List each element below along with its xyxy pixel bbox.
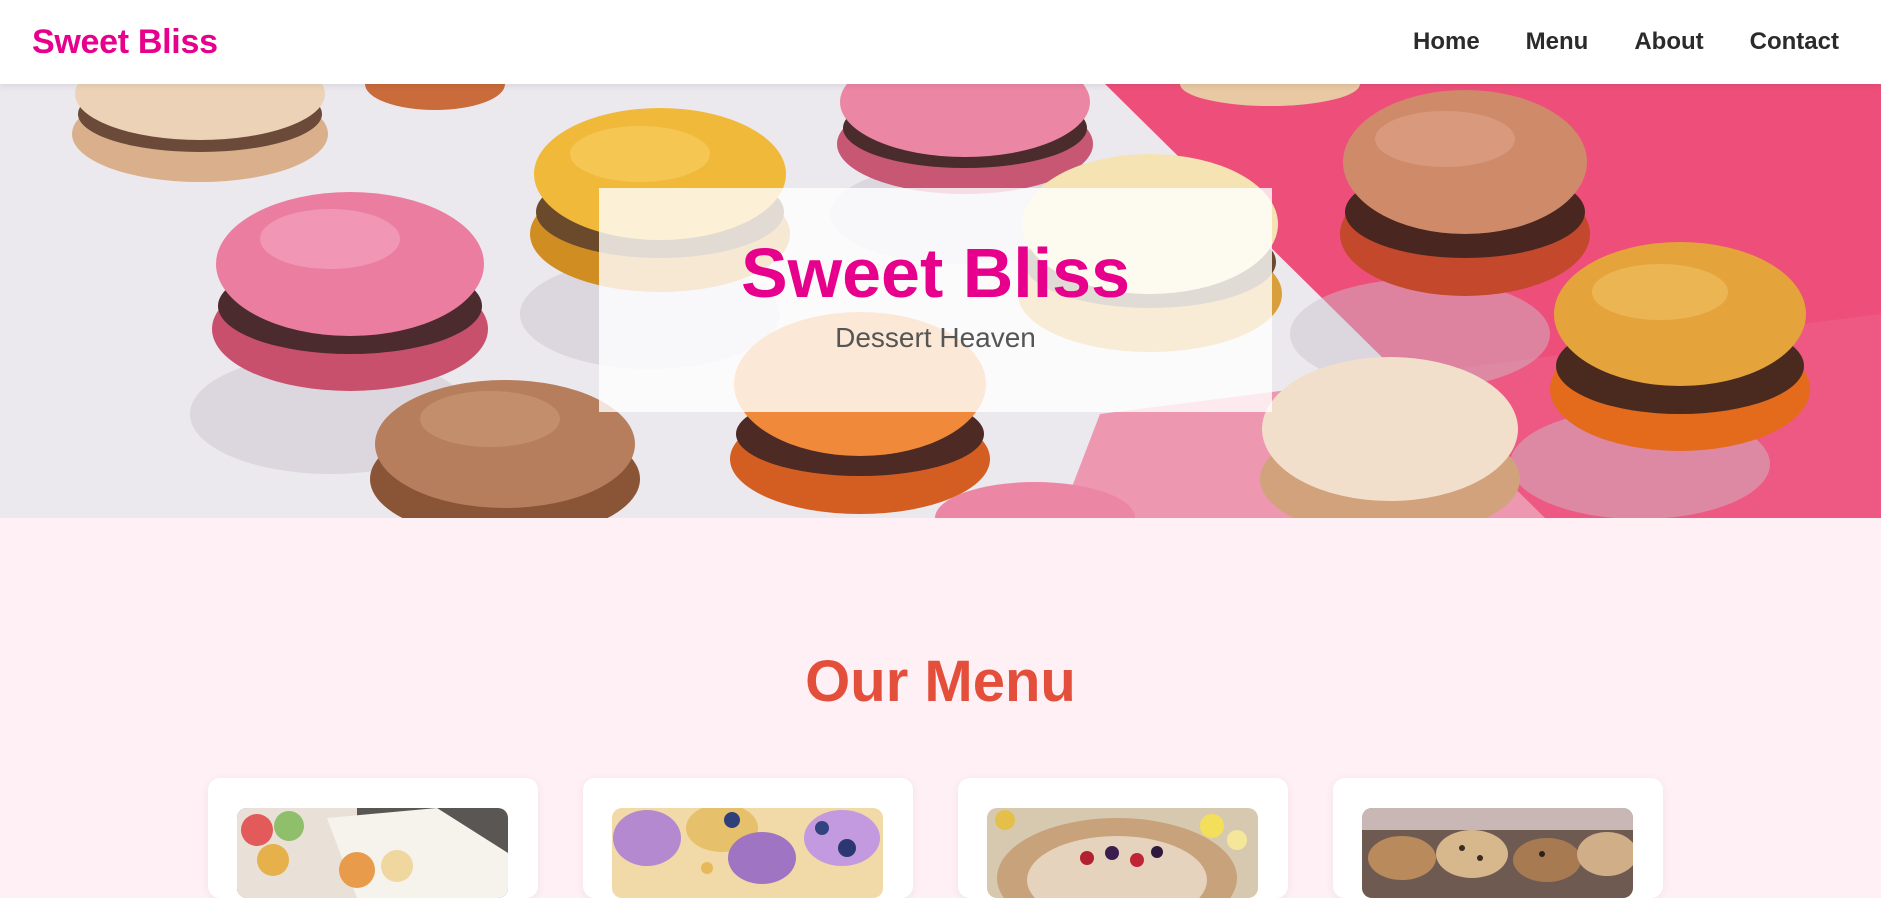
nav-about-link[interactable]: About: [1634, 28, 1703, 56]
menu-section: Our Menu: [0, 518, 1881, 898]
hero-subtitle: Dessert Heaven: [835, 322, 1036, 353]
nav-contact-link[interactable]: Contact: [1750, 28, 1839, 56]
cupcakes-photo: [612, 808, 883, 898]
site-logo[interactable]: Sweet Bliss: [32, 23, 218, 62]
nav-menu-link[interactable]: Menu: [1526, 28, 1589, 56]
menu-card-pastries[interactable]: [1333, 778, 1663, 898]
hero-banner: Sweet Bliss Dessert Heaven: [0, 84, 1881, 518]
menu-card-cupcakes[interactable]: [583, 778, 913, 898]
main-nav: Home Menu About Contact: [1413, 28, 1839, 56]
nav-home-link[interactable]: Home: [1413, 28, 1480, 56]
menu-card-macarons[interactable]: [208, 778, 538, 898]
pastries-photo: [1362, 808, 1633, 898]
hero-title: Sweet Bliss: [740, 234, 1131, 312]
tart-photo: [987, 808, 1258, 898]
site-header: Sweet Bliss Home Menu About Contact: [0, 0, 1881, 84]
menu-card-tart[interactable]: [958, 778, 1288, 898]
hero-card: Sweet Bliss Dessert Heaven: [599, 188, 1272, 412]
menu-title: Our Menu: [805, 649, 1076, 714]
macarons-box-photo: [237, 808, 508, 898]
